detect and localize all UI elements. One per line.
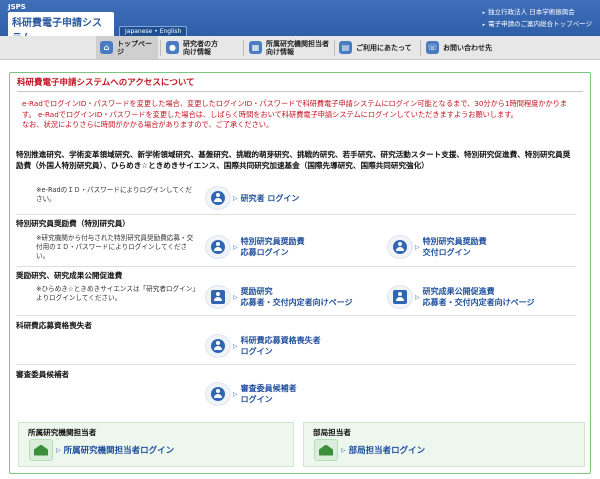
department-login-button[interactable]: ▷ 部局担当者ログイン xyxy=(314,439,425,461)
arrow-right-icon: ▷ xyxy=(415,293,420,301)
section-promotion: 奨励研究、研究成果公開促進費 xyxy=(16,270,576,281)
login-label: 科研費応募資格喪失者 ログイン xyxy=(241,335,321,357)
arrow-right-icon: ▷ xyxy=(233,243,238,251)
nav-usage[interactable]: ▤ ご利用にあたって xyxy=(339,36,419,59)
publication-grant-button[interactable]: ▷ 研究成果公開促進費 応募者・交付内定者向けページ xyxy=(387,285,534,309)
institution-box: 所属研究機関担当者 ▷ 所属研究機関担当者ログイン xyxy=(18,422,294,467)
fellow-grant-login-button[interactable]: ▷ 特別研究員奨励費 交付ログイン xyxy=(387,235,487,259)
arrow-right-icon: ▷ xyxy=(233,194,238,202)
institution-login-button[interactable]: ▷ 所属研究機関担当者ログイン xyxy=(29,439,174,461)
arrow-right-icon: ▷ xyxy=(233,342,238,350)
nav-top-page[interactable]: ⌂ トップページ xyxy=(96,36,158,59)
login-label: 部局担当者ログイン xyxy=(348,446,426,456)
department-box: 部局担当者 ▷ 部局担当者ログイン xyxy=(303,422,585,467)
header-links: 独立行政法人 日本学術振興会 電子申請のご案内総合トップページ xyxy=(483,7,592,31)
department-title: 部局担当者 xyxy=(313,428,351,437)
login-label-line: 応募者・交付内定者向けページ xyxy=(240,298,353,307)
building-icon xyxy=(29,439,53,461)
login-label-line: 交付ログイン xyxy=(422,248,471,257)
institution-title: 所属研究機関担当者 xyxy=(28,428,97,437)
document-icon xyxy=(387,285,413,309)
user-icon xyxy=(387,235,413,259)
notice-title: 科研費電子申請システムへのアクセスについて xyxy=(17,76,583,92)
section-reviewer: 審査委員候補者 xyxy=(16,369,576,380)
document-icon: ▤ xyxy=(339,41,352,54)
reviewer-login-button[interactable]: ▷ 審査委員候補者 ログイン xyxy=(205,382,297,406)
user-icon xyxy=(205,235,231,259)
section-title: 審査委員候補者 xyxy=(16,370,70,379)
login-label-line: 科研費応募資格喪失者 xyxy=(240,336,321,345)
user-icon xyxy=(205,334,231,358)
nav-label: お問い合わせ先 xyxy=(443,43,492,52)
arrow-right-icon: ▷ xyxy=(233,390,238,398)
login-label-line: 研究成果公開促進費 xyxy=(422,287,495,296)
login-label: 研究成果公開促進費 応募者・交付内定者向けページ xyxy=(423,286,535,308)
fellow-apply-login-button[interactable]: ▷ 特別研究員奨励費 応募ログイン xyxy=(205,235,305,259)
nav-label: ご利用にあたって xyxy=(356,43,412,52)
phone-icon: ☏ xyxy=(426,41,439,54)
notice-text: e-RadでログインID・パスワードを変更した場合、変更したログインID・パスワ… xyxy=(22,99,580,131)
notice-line: e-RadでログインID・パスワードを変更した場合、変更したログインID・パスワ… xyxy=(22,99,568,119)
section-title: 特別推進研究、学術変革領域研究、新学術領域研究、基盤研究、挑戦的萌芽研究、挑戦的… xyxy=(16,150,571,170)
section-title: 科研費応募資格喪失者 xyxy=(16,321,92,330)
login-label-line: 奨励研究 xyxy=(240,287,273,296)
section-fellow: 特別研究員奨励費（特別研究員） xyxy=(16,218,576,229)
header: JSPS 科研費電子申請システム Japanese • English 独立行政… xyxy=(0,0,600,46)
section-note: ※ひらめき☆ときめきサイエンスは「研究者ログイン」よりログインしてください。 xyxy=(36,285,196,302)
section-lost-eligibility: 科研費応募資格喪失者 xyxy=(16,320,576,331)
nav-institution-info[interactable]: ▦ 所属研究機関担当者 向け情報 xyxy=(249,36,333,59)
login-label: 審査委員候補者 ログイン xyxy=(241,383,297,405)
notice-line: なお、状況によりさらに時間がかかる場合がありますので、ご了承ください。 xyxy=(22,120,274,129)
arrow-right-icon: ▷ xyxy=(415,243,420,251)
user-icon xyxy=(205,382,231,406)
site-logo[interactable]: JSPS 科研費電子申請システム xyxy=(8,3,114,46)
main-nav: ⌂ トップページ ● 研究者の方 向け情報 ▦ 所属研究機関担当者 向け情報 ▤… xyxy=(0,36,600,60)
login-label-line: 特別研究員奨励費 xyxy=(422,237,487,246)
login-label-line: ログイン xyxy=(240,347,273,356)
researcher-login-button[interactable]: ▷ 研究者 ログイン xyxy=(205,186,299,210)
home-icon: ⌂ xyxy=(100,41,113,54)
login-label: 所属研究機関担当者ログイン xyxy=(63,446,175,456)
section-note: ※e-RadのＩＤ・パスワードによりログインしてください。 xyxy=(36,186,192,203)
login-label: 特別研究員奨励費 交付ログイン xyxy=(423,236,487,258)
login-label-line: ログイン xyxy=(240,395,273,404)
encourage-research-button[interactable]: ▷ 奨励研究 応募者・交付内定者向けページ xyxy=(205,285,352,309)
arrow-right-icon: ▷ xyxy=(233,293,238,301)
arrow-right-icon: ▷ xyxy=(56,446,61,454)
nav-label: 研究者の方 向け情報 xyxy=(183,39,218,56)
arrow-right-icon: ▷ xyxy=(341,446,346,454)
building-icon: ▦ xyxy=(249,41,262,54)
login-label: 奨励研究 応募者・交付内定者向けページ xyxy=(241,286,353,308)
nav-label: 所属研究機関担当者 向け情報 xyxy=(266,39,329,56)
section-title: 奨励研究、研究成果公開促進費 xyxy=(16,271,123,280)
login-label: 研究者 ログイン xyxy=(240,193,300,203)
section-note: ※研究機関から付与された特別研究員奨励費応募・交付用のＩＤ・パスワードによりログ… xyxy=(36,234,194,260)
login-label-line: 審査委員候補者 xyxy=(240,384,297,393)
login-label-line: 応募者・交付内定者向けページ xyxy=(422,298,535,307)
nav-researcher-info[interactable]: ● 研究者の方 向け情報 xyxy=(166,36,242,59)
login-label-line: 応募ログイン xyxy=(240,248,289,257)
org-abbrev: JSPS xyxy=(8,3,26,11)
section-title: 特別研究員奨励費（特別研究員） xyxy=(16,219,130,228)
nav-contact[interactable]: ☏ お問い合わせ先 xyxy=(426,36,506,59)
jsps-link[interactable]: 独立行政法人 日本学術振興会 xyxy=(483,7,592,19)
section-researcher: 特別推進研究、学術変革領域研究、新学術領域研究、基盤研究、挑戦的萌芽研究、挑戦的… xyxy=(16,149,576,171)
login-label-line: 特別研究員奨励費 xyxy=(240,237,305,246)
guide-top-link[interactable]: 電子申請のご案内総合トップページ xyxy=(483,19,592,31)
lost-eligibility-login-button[interactable]: ▷ 科研費応募資格喪失者 ログイン xyxy=(205,334,321,358)
document-icon xyxy=(205,285,231,309)
login-label: 特別研究員奨励費 応募ログイン xyxy=(241,236,305,258)
person-icon: ● xyxy=(166,41,179,54)
nav-label: トップページ xyxy=(117,39,152,56)
building-icon xyxy=(314,439,338,461)
user-icon xyxy=(205,186,231,210)
